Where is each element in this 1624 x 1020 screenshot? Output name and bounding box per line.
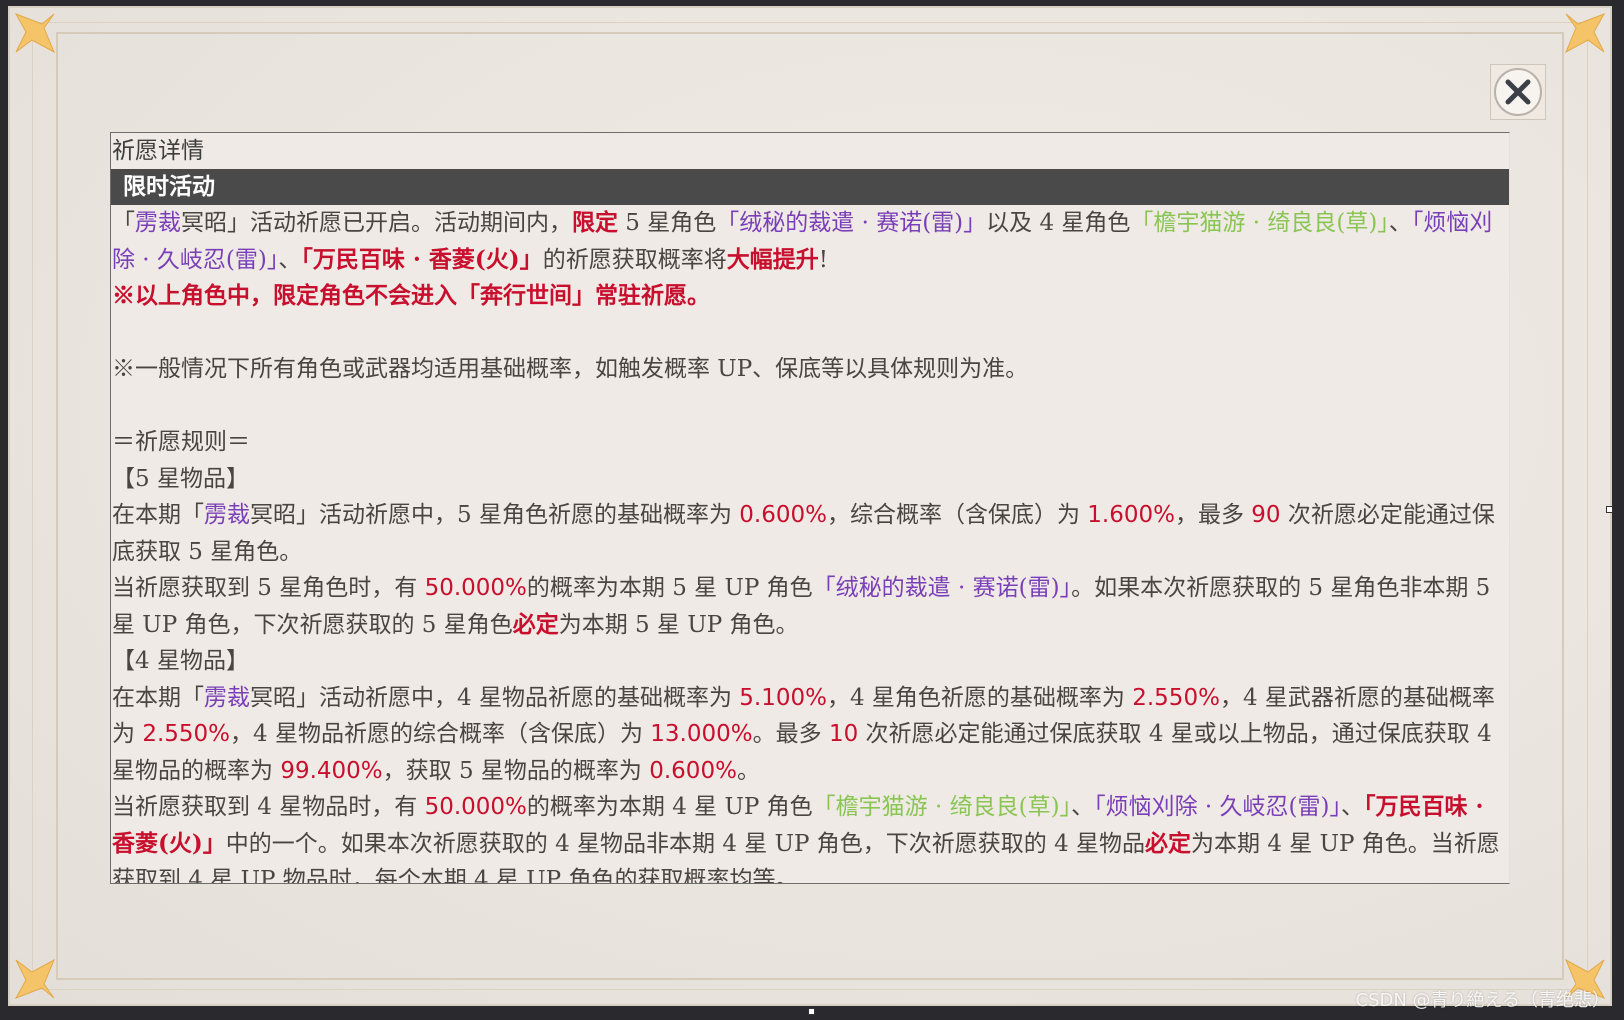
text-run: ，4 星物品祈愿的综合概率（含保底）为 [230, 721, 651, 747]
text-run: ! [818, 246, 828, 273]
text-run: ，最多 [1174, 502, 1252, 528]
text-run: ，综合概率（含保底）为 [826, 502, 1088, 528]
star-corner-icon [1562, 10, 1608, 56]
rules-paragraph: ＝祈愿规则＝ [112, 424, 1509, 461]
text-run: 99.400% [280, 757, 383, 784]
text-run: 中的一个。如果本次祈愿获取的 4 星物品非本期 4 星 UP 角色，下次祈愿获取… [225, 830, 1146, 857]
text-run: 「 [112, 210, 135, 236]
text-run: 2.550% [142, 721, 231, 747]
text-run: 必定 [512, 610, 559, 638]
text-run: 冥昭」活动祈愿已开启。活动期间内， [181, 210, 572, 236]
text-run: ＝祈愿规则＝ [112, 429, 250, 455]
text-run: 50.000% [424, 794, 527, 820]
text-run: 【5 星物品】 [112, 465, 249, 492]
rules-paragraph: 当祈愿获取到 5 星角色时，有 50.000%的概率为本期 5 星 UP 角色「… [112, 570, 1509, 643]
text-run: 5 星角色 [618, 210, 717, 236]
rules-paragraph: ※以上角色中，限定角色不会进入「奔行世间」常驻祈愿。 [112, 278, 1509, 315]
text-run: 雳裁 [204, 502, 250, 528]
close-x-icon [1505, 79, 1531, 105]
text-run: ，获取 5 星物品的概率为 [382, 757, 650, 784]
text-run: 「檐宇猫游 · 绮良良(草)」 [1130, 210, 1389, 236]
resize-handle-right[interactable] [1606, 506, 1613, 513]
text-run: 5.100% [739, 684, 827, 711]
text-run: 「檐宇猫游 · 绮良良(草)」 [812, 794, 1072, 820]
text-run: ※以上角色中，限定角色不会进入「奔行世间」常驻祈愿。 [112, 282, 710, 309]
text-run: 冥昭」活动祈愿中，4 星物品祈愿的基础概率为 [250, 684, 740, 711]
text-run: 1.600% [1087, 502, 1175, 528]
close-button-ring [1494, 68, 1542, 116]
text-run: 、 [1071, 794, 1095, 820]
text-run: 2.550% [1132, 684, 1220, 711]
close-button[interactable] [1490, 64, 1546, 120]
text-run: 的概率为本期 5 星 UP 角色 [526, 575, 813, 601]
text-run: 「绒秘的裁遣 · 赛诺(雷)」 [812, 575, 1072, 601]
rules-paragraph: 【5 星物品】 [112, 461, 1509, 498]
panel-title: 祈愿详情 [112, 138, 204, 164]
text-run: 【4 星物品】 [112, 648, 249, 674]
text-run: 必定 [1145, 829, 1192, 857]
text-run: 。 [736, 757, 760, 784]
star-corner-icon [12, 10, 58, 56]
resize-handle-bottom[interactable] [808, 1008, 815, 1015]
text-run: 在本期「 [112, 684, 204, 711]
text-run: 。最多 [752, 721, 829, 747]
rules-paragraph: 当祈愿获取到 4 星物品时，有 50.000%的概率为本期 4 星 UP 角色「… [112, 789, 1509, 883]
watermark-text: CSDN @青り絶える（青绝悲） [1355, 990, 1611, 1011]
rules-paragraph: 【4 星物品】 [112, 643, 1509, 680]
text-run: 为本期 5 星 UP 角色。 [558, 611, 799, 638]
rules-paragraph: 在本期「雳裁冥昭」活动祈愿中，4 星物品祈愿的基础概率为 5.100%，4 星角… [112, 680, 1509, 790]
wish-rules-text: 「雳裁冥昭」活动祈愿已开启。活动期间内，限定 5 星角色「绒秘的裁遣 · 赛诺(… [111, 205, 1509, 883]
rules-paragraph: 在本期「雳裁冥昭」活动祈愿中，5 星角色祈愿的基础概率为 0.600%，综合概率… [112, 497, 1509, 570]
text-run: 的祈愿获取概率将 [542, 246, 727, 273]
wish-details-panel[interactable]: 祈愿详情 限时活动 「雳裁冥昭」活动祈愿已开启。活动期间内，限定 5 星角色「绒… [110, 132, 1510, 884]
text-run: 「万民百味 · 香菱(火)」 [301, 245, 543, 273]
rules-paragraph: 「雳裁冥昭」活动祈愿已开启。活动期间内，限定 5 星角色「绒秘的裁遣 · 赛诺(… [112, 205, 1509, 278]
text-run: 、 [1340, 794, 1364, 820]
text-run: 当祈愿获取到 5 星角色时，有 [112, 575, 425, 601]
text-run: 「绒秘的裁遣 · 赛诺(雷)」 [716, 210, 987, 236]
text-run: 10 [828, 721, 859, 747]
text-run: 以及 4 星角色 [986, 210, 1131, 236]
text-run: 90 [1251, 502, 1281, 528]
text-run: 、 [1388, 210, 1412, 236]
text-run: 限定 [572, 209, 618, 236]
text-run: 「烦恼刈除 · 久岐忍(雷)」 [1094, 794, 1341, 820]
text-run: ※一般情况下所有角色或武器均适用基础概率，如触发概率 UP、保底等以具体规则为准… [112, 356, 1029, 382]
text-run: 0.600% [649, 757, 737, 784]
text-run: 雳裁 [135, 210, 181, 236]
text-run: 当祈愿获取到 4 星物品时，有 [112, 794, 425, 820]
text-run: 、 [278, 246, 302, 273]
text-run: 50.000% [424, 575, 527, 601]
text-run: 冥昭」活动祈愿中，5 星角色祈愿的基础概率为 [250, 502, 740, 528]
text-run: 13.000% [650, 721, 753, 747]
text-run: 在本期「 [112, 502, 204, 528]
text-run: 雳裁 [204, 684, 250, 711]
text-run: ，4 星角色祈愿的基础概率为 [826, 684, 1133, 711]
section-header-limited-event: 限时活动 [111, 169, 1509, 205]
text-run: 的概率为本期 4 星 UP 角色 [526, 794, 813, 820]
rules-paragraph: ※一般情况下所有角色或武器均适用基础概率，如触发概率 UP、保底等以具体规则为准… [112, 351, 1509, 388]
text-run: 大幅提升 [726, 245, 819, 273]
text-run: 0.600% [739, 502, 827, 528]
star-corner-icon [12, 956, 58, 1002]
